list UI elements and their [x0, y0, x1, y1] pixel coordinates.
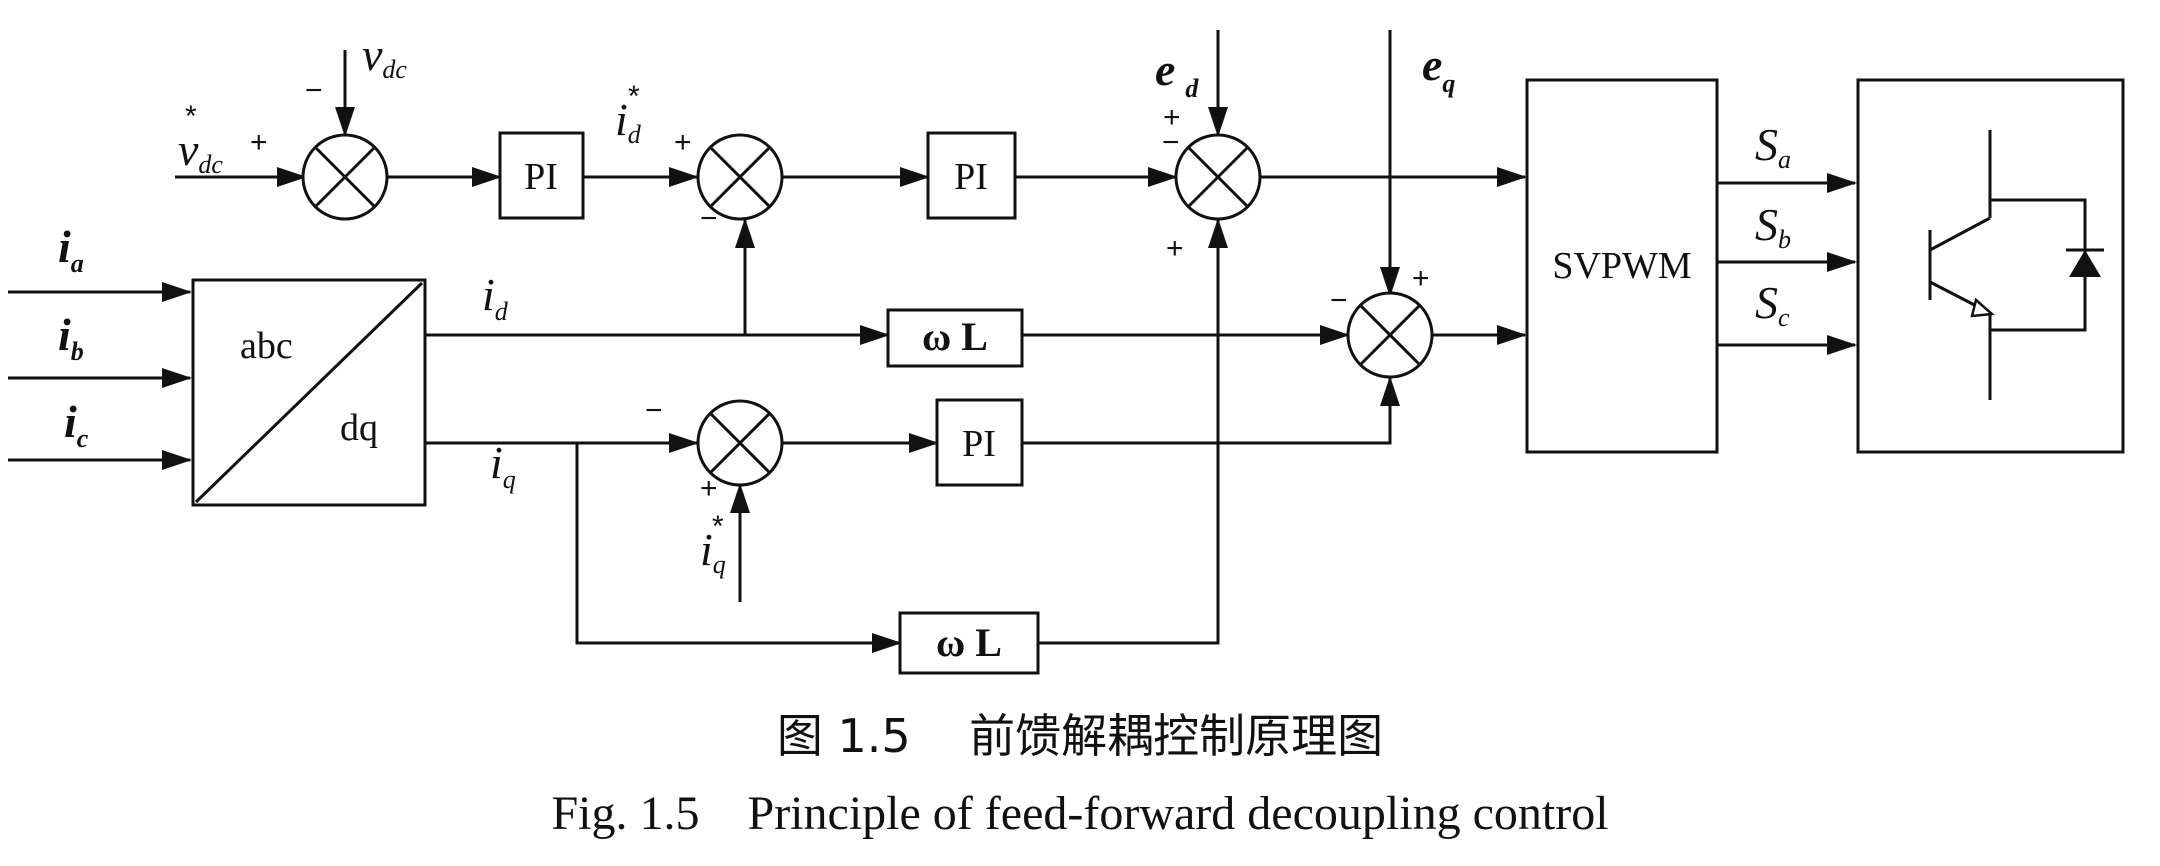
- label-ic: ic: [64, 396, 89, 453]
- abc-dq-transform-block: abc dq: [191, 278, 427, 507]
- svg-text:Sa: Sa: [1755, 119, 1791, 174]
- omega-l-block-q: ω L: [898, 611, 1040, 675]
- label-ed: ed: [1155, 44, 1199, 103]
- label-id-ref: id *: [615, 80, 642, 149]
- pi-block-q-current: PI: [935, 398, 1024, 487]
- svg-text:eq: eq: [1422, 39, 1455, 98]
- sum-junction-ed: [1174, 133, 1262, 221]
- svg-text:id: id: [482, 269, 509, 326]
- sign-minus-vdc: −: [305, 74, 323, 107]
- svg-text:dq: dq: [340, 407, 378, 449]
- label-sb: Sb: [1755, 199, 1791, 254]
- sign-minus-iq: −: [645, 394, 663, 427]
- svg-text:Sb: Sb: [1755, 199, 1791, 254]
- label-ib: ib: [58, 309, 84, 366]
- sign-minus-id: −: [700, 202, 718, 235]
- omega-l-block-d: ω L: [886, 308, 1024, 368]
- sign-minus-wl1: −: [1330, 284, 1348, 317]
- pi-block-voltage: PI: [498, 131, 585, 220]
- svg-text:PI: PI: [954, 156, 988, 198]
- svg-text:ω L: ω L: [936, 620, 1002, 665]
- svg-text:Sc: Sc: [1755, 277, 1790, 332]
- sign-plus-id-ref: +: [674, 126, 692, 159]
- label-iq: iq: [490, 437, 516, 494]
- svg-text:ω L: ω L: [922, 314, 988, 359]
- figure-caption-english: Fig. 1.5 Principle of feed-forward decou…: [551, 787, 1609, 840]
- inverter-switch-block: [1856, 78, 2125, 454]
- pi-block-d-current: PI: [926, 131, 1017, 220]
- svg-text:ed: ed: [1155, 44, 1199, 103]
- label-iq-ref: iq *: [700, 510, 726, 579]
- svg-text:iq: iq: [490, 437, 516, 494]
- label-sa: Sa: [1755, 119, 1791, 174]
- label-ia: ia: [58, 221, 84, 278]
- svg-text:*: *: [628, 80, 640, 113]
- wire-wl2-sum3: [1038, 218, 1228, 645]
- wire-pi3-sum4: [1022, 376, 1400, 445]
- svg-text:PI: PI: [524, 156, 558, 198]
- svg-text:ib: ib: [58, 309, 84, 366]
- label-id: id: [482, 269, 509, 326]
- label-eq: eq: [1422, 39, 1455, 98]
- sign-plus-iq-ref: +: [700, 472, 718, 505]
- sum-junction-vdc: [301, 133, 389, 221]
- sign-plus-ed: +: [1163, 101, 1181, 134]
- sum-junction-eq: [1346, 291, 1434, 379]
- svg-text:PI: PI: [962, 423, 996, 465]
- label-vdc-ref: vdc *: [178, 100, 223, 179]
- label-vdc: vdc: [362, 29, 407, 84]
- svg-text:abc: abc: [240, 325, 293, 367]
- svg-text:ic: ic: [64, 396, 89, 453]
- sign-plus-eq: +: [1412, 262, 1430, 295]
- svg-text:SVPWM: SVPWM: [1552, 245, 1691, 287]
- svg-text:vdc: vdc: [362, 29, 407, 84]
- sign-plus-wl2: +: [1166, 232, 1184, 265]
- figure-caption-chinese: 图 1.5 前馈解耦控制原理图: [776, 709, 1384, 763]
- svg-text:*: *: [185, 100, 197, 133]
- sign-plus-vdc-ref: +: [250, 126, 268, 159]
- label-sc: Sc: [1755, 277, 1790, 332]
- svg-text:ia: ia: [58, 221, 84, 278]
- svpwm-block: SVPWM: [1525, 78, 1719, 454]
- svg-text:*: *: [712, 510, 724, 543]
